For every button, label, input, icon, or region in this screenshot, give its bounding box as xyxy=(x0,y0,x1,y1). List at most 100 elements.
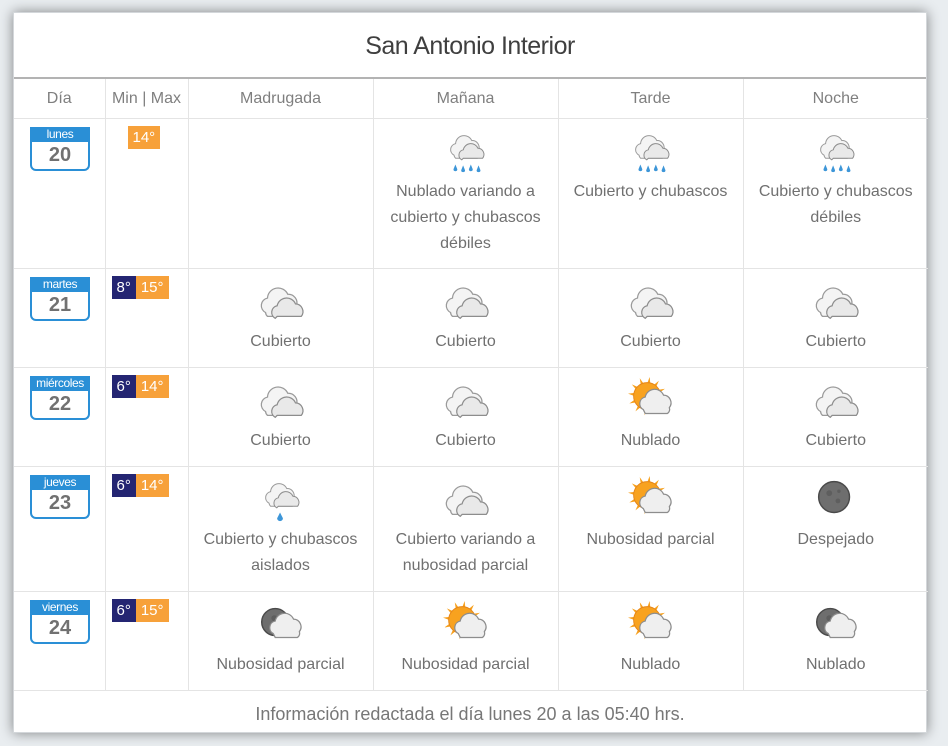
day-name: miércoles xyxy=(30,376,90,391)
rain-cloud-icon xyxy=(559,119,743,179)
weather-description: Nubosidad parcial xyxy=(401,656,530,673)
overcast-cloud-icon xyxy=(744,368,929,428)
day-name: jueves xyxy=(30,475,90,490)
header-manana: Mañana xyxy=(373,79,559,119)
overcast-cloud-icon xyxy=(744,269,929,329)
moon-icon xyxy=(744,467,929,527)
header-madrugada: Madrugada xyxy=(188,79,374,119)
period-cell: Cubierto y chubascos xyxy=(558,118,744,269)
max-temp: 15° xyxy=(135,276,169,299)
table-row: viernes 24 6° 15° Nubosidad parcial Nubos… xyxy=(14,591,929,691)
weather-description: Despejado xyxy=(797,531,875,548)
rain-cloud-icon xyxy=(374,119,558,179)
moon-cloud-icon xyxy=(189,592,373,652)
day-number: 21 xyxy=(48,294,72,316)
forecast-card: San Antonio Interior Día Min | Max Madru… xyxy=(13,12,929,733)
day-cell: miércoles 22 xyxy=(14,367,106,467)
header-row: Día Min | Max Madrugada Mañana Tarde Noc… xyxy=(14,79,928,119)
weather-description: Cubierto xyxy=(435,432,496,449)
period-cell: Nublado variando a cubierto y chubascos … xyxy=(373,118,559,269)
period-cell: Nublado xyxy=(743,591,929,691)
light-shower-icon xyxy=(189,467,373,527)
min-temp: 6° xyxy=(111,375,136,398)
sun-cloud-icon xyxy=(374,592,558,652)
sun-cloud-icon xyxy=(559,592,743,652)
day-cell: martes 21 xyxy=(14,268,106,368)
temperature-badges: 6° 15° xyxy=(111,599,188,622)
minmax-cell: 6° 14° xyxy=(105,466,189,592)
min-temp: 6° xyxy=(111,474,136,497)
weather-description: Cubierto xyxy=(250,333,311,350)
weather-description: Cubierto xyxy=(805,432,866,449)
minmax-cell: 6° 14° xyxy=(105,367,189,467)
minmax-cell: 6° 15° xyxy=(105,591,189,691)
weather-description: Nubosidad parcial xyxy=(586,531,715,548)
period-cell: Nublado xyxy=(558,367,744,467)
period-cell: Cubierto xyxy=(373,268,559,368)
period-cell: Cubierto xyxy=(188,268,374,368)
weather-description: Cubierto xyxy=(805,333,866,350)
period-cell: Nubosidad parcial xyxy=(188,591,374,691)
weather-description: Cubierto variando a nubosidad parcial xyxy=(395,531,536,574)
day-number: 23 xyxy=(48,492,72,514)
page-title: San Antonio Interior xyxy=(14,13,926,79)
header-tarde: Tarde xyxy=(558,79,744,119)
weather-description: Cubierto xyxy=(435,333,496,350)
header-noche: Noche xyxy=(743,79,928,119)
calendar-badge: viernes 24 xyxy=(30,600,90,644)
max-temp: 15° xyxy=(135,599,169,622)
max-temp: 14° xyxy=(127,126,161,149)
weather-description: Cubierto y chubascos xyxy=(573,183,728,200)
header-dia: Día xyxy=(14,79,106,119)
day-cell: jueves 23 xyxy=(14,466,106,592)
weather-description: Nubosidad parcial xyxy=(216,656,345,673)
weather-description: Cubierto xyxy=(620,333,681,350)
period-cell: Cubierto xyxy=(373,367,559,467)
weather-description: Nublado xyxy=(620,432,681,449)
period-cell: Cubierto xyxy=(743,268,929,368)
period-cell: Despejado xyxy=(743,466,929,592)
period-cell: Nubosidad parcial xyxy=(373,591,559,691)
temperature-badges: 6° 14° xyxy=(111,375,188,398)
sun-cloud-icon xyxy=(559,467,743,527)
calendar-badge: miércoles 22 xyxy=(30,376,90,420)
weather-description: Nublado xyxy=(805,656,866,673)
temperature-badges: 14° xyxy=(127,126,188,149)
overcast-cloud-icon xyxy=(374,269,558,329)
weather-description: Cubierto y chubascos débiles xyxy=(758,183,913,226)
overcast-cloud-icon xyxy=(374,467,558,527)
temperature-badges: 8° 15° xyxy=(111,276,188,299)
period-cell: Nublado xyxy=(558,591,744,691)
overcast-cloud-icon xyxy=(374,368,558,428)
calendar-badge: martes 21 xyxy=(30,277,90,321)
max-temp: 14° xyxy=(135,474,169,497)
footer-note: Información redactada el día lunes 20 a … xyxy=(255,704,685,724)
minmax-cell: 8° 15° xyxy=(105,268,189,368)
day-name: viernes xyxy=(30,600,90,615)
weather-description: Nublado variando a cubierto y chubascos … xyxy=(390,183,541,252)
day-name: lunes xyxy=(30,127,90,142)
calendar-badge: lunes 20 xyxy=(30,127,90,171)
max-temp: 14° xyxy=(135,375,169,398)
period-cell: Nubosidad parcial xyxy=(558,466,744,592)
day-number: 22 xyxy=(48,393,72,415)
weather-description: Cubierto xyxy=(250,432,311,449)
day-cell: viernes 24 xyxy=(14,591,106,691)
overcast-cloud-icon xyxy=(559,269,743,329)
period-cell: Cubierto y chubascos aislados xyxy=(188,466,374,592)
weather-description: Cubierto y chubascos aislados xyxy=(203,531,358,574)
table-row: lunes 20 14° Nublado variando a cubierto… xyxy=(14,118,929,269)
min-temp: 8° xyxy=(111,276,136,299)
table-row: martes 21 8° 15° Cubierto Cubierto Cubier… xyxy=(14,268,929,368)
period-cell: Cubierto xyxy=(188,367,374,467)
table-row: jueves 23 6° 14° Cubierto y chubascos ais… xyxy=(14,466,929,592)
weather-description: Nublado xyxy=(620,656,681,673)
moon-cloud-icon xyxy=(744,592,929,652)
rain-cloud-icon xyxy=(744,119,929,179)
min-temp: 6° xyxy=(111,599,136,622)
period-cell: Cubierto xyxy=(558,268,744,368)
day-name: martes xyxy=(30,277,90,292)
overcast-cloud-icon xyxy=(189,368,373,428)
sun-cloud-icon xyxy=(559,368,743,428)
temperature-badges: 6° 14° xyxy=(111,474,188,497)
